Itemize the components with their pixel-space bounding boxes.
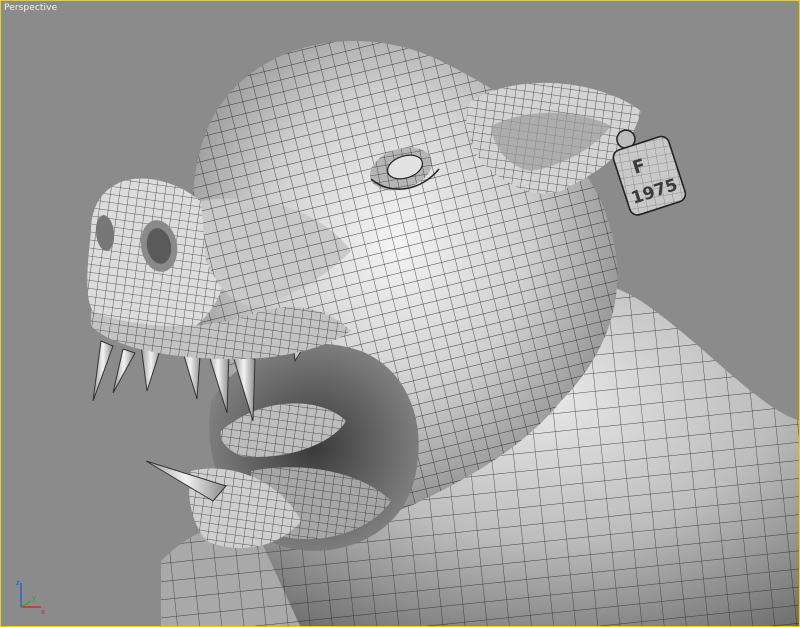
3d-model-render[interactable]: F 1975 bbox=[1, 1, 800, 627]
axis-gizmo: z x y bbox=[16, 579, 45, 616]
perspective-viewport[interactable]: Perspective F 1975 z x y bbox=[0, 0, 800, 627]
viewport-label[interactable]: Perspective bbox=[4, 3, 57, 13]
y-axis-line bbox=[20, 600, 32, 608]
z-axis-label: z bbox=[16, 579, 20, 587]
x-axis-label: x bbox=[41, 608, 45, 616]
y-axis-label: y bbox=[32, 594, 36, 602]
